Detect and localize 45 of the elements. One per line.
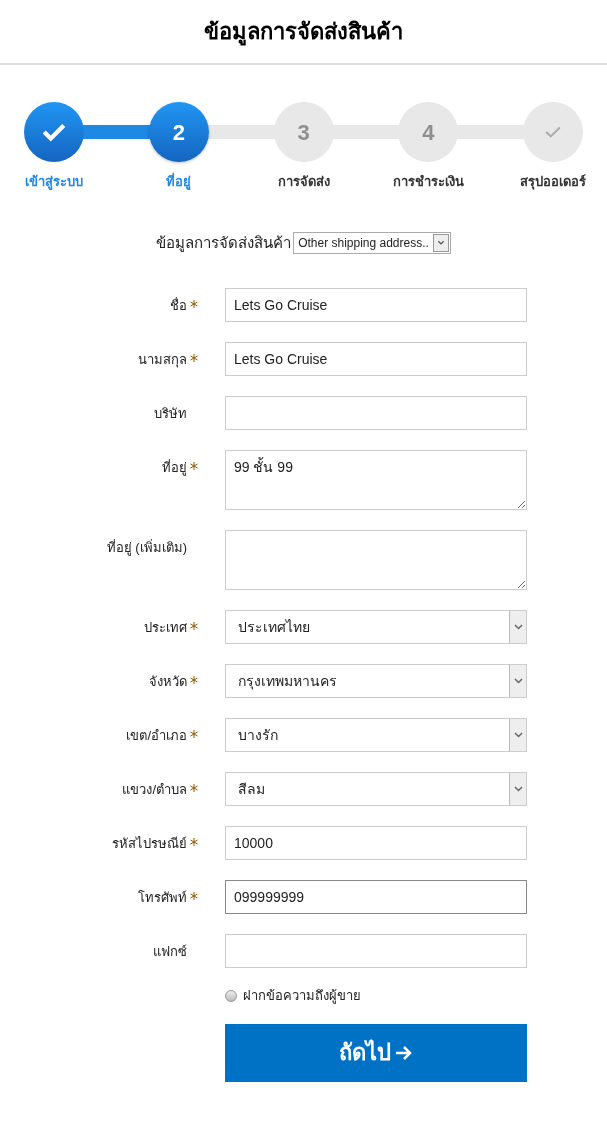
text-field[interactable]: Lets Go Cruise (225, 342, 527, 376)
text-area[interactable] (225, 530, 527, 590)
text-field[interactable] (225, 934, 527, 968)
caret-icon (513, 678, 523, 684)
caret-icon (513, 732, 523, 738)
caret-icon (513, 786, 523, 792)
field-label: ชื่อ (170, 296, 187, 315)
field-label: แฟกซ์ (153, 943, 187, 961)
field-label: ที่อยู่ (เพิ่มเติม) (106, 538, 187, 558)
select-field[interactable]: บางรัก (225, 718, 527, 752)
field-label: รหัสไปรษณีย์ (112, 835, 187, 853)
step-label: สรุปออเดอร์ (520, 173, 586, 192)
step-number: 2 (172, 118, 185, 147)
field-label: เขต/อำเภอ (126, 727, 187, 745)
page-title: ข้อมูลการจัดส่งสินค้า (204, 18, 403, 48)
step-number: 4 (422, 118, 435, 147)
message-option-label: ฝากข้อความถึงผู้ขาย (243, 987, 361, 1006)
text-field[interactable]: 099999999 (225, 880, 527, 914)
caret-icon (432, 233, 449, 252)
address-select[interactable]: Other shipping address.. (293, 231, 451, 254)
step-number: 3 (297, 118, 310, 147)
select-field[interactable]: ประเทศไทย (225, 610, 527, 644)
field-label: แขวง/ตำบล (122, 781, 187, 799)
text-field[interactable]: 10000 (225, 826, 527, 860)
field-label: นามสกุล (138, 351, 187, 370)
step-label: การชำระเงิน (392, 173, 464, 191)
step-label: การจัดส่ง (277, 173, 330, 191)
select-field[interactable]: สีลม (225, 772, 527, 806)
caret-icon (513, 624, 523, 630)
step-label: เข้าสู่ระบบ (25, 173, 83, 192)
field-label: ประเทศ (144, 619, 187, 637)
select-field[interactable]: กรุงเทพมหานคร (225, 664, 527, 698)
next-button[interactable]: ถัดไป (225, 1023, 527, 1082)
field-label: ที่อยู่ (162, 458, 187, 478)
step-label: ที่อยู่ (166, 172, 192, 192)
field-label: บริษัท (154, 405, 187, 423)
field-label: จังหวัด (149, 673, 187, 691)
address-label: ข้อมูลการจัดส่งสินค้า (156, 232, 292, 254)
arrow-right-icon (395, 1044, 413, 1061)
field-label: โทรศัพท์ (138, 889, 187, 907)
progress-connector (82, 125, 151, 139)
text-area[interactable]: 99 ชั้น 99 (225, 450, 527, 510)
text-field[interactable]: Lets Go Cruise (225, 288, 527, 322)
message-radio[interactable] (225, 989, 237, 1002)
text-field[interactable] (225, 396, 527, 430)
